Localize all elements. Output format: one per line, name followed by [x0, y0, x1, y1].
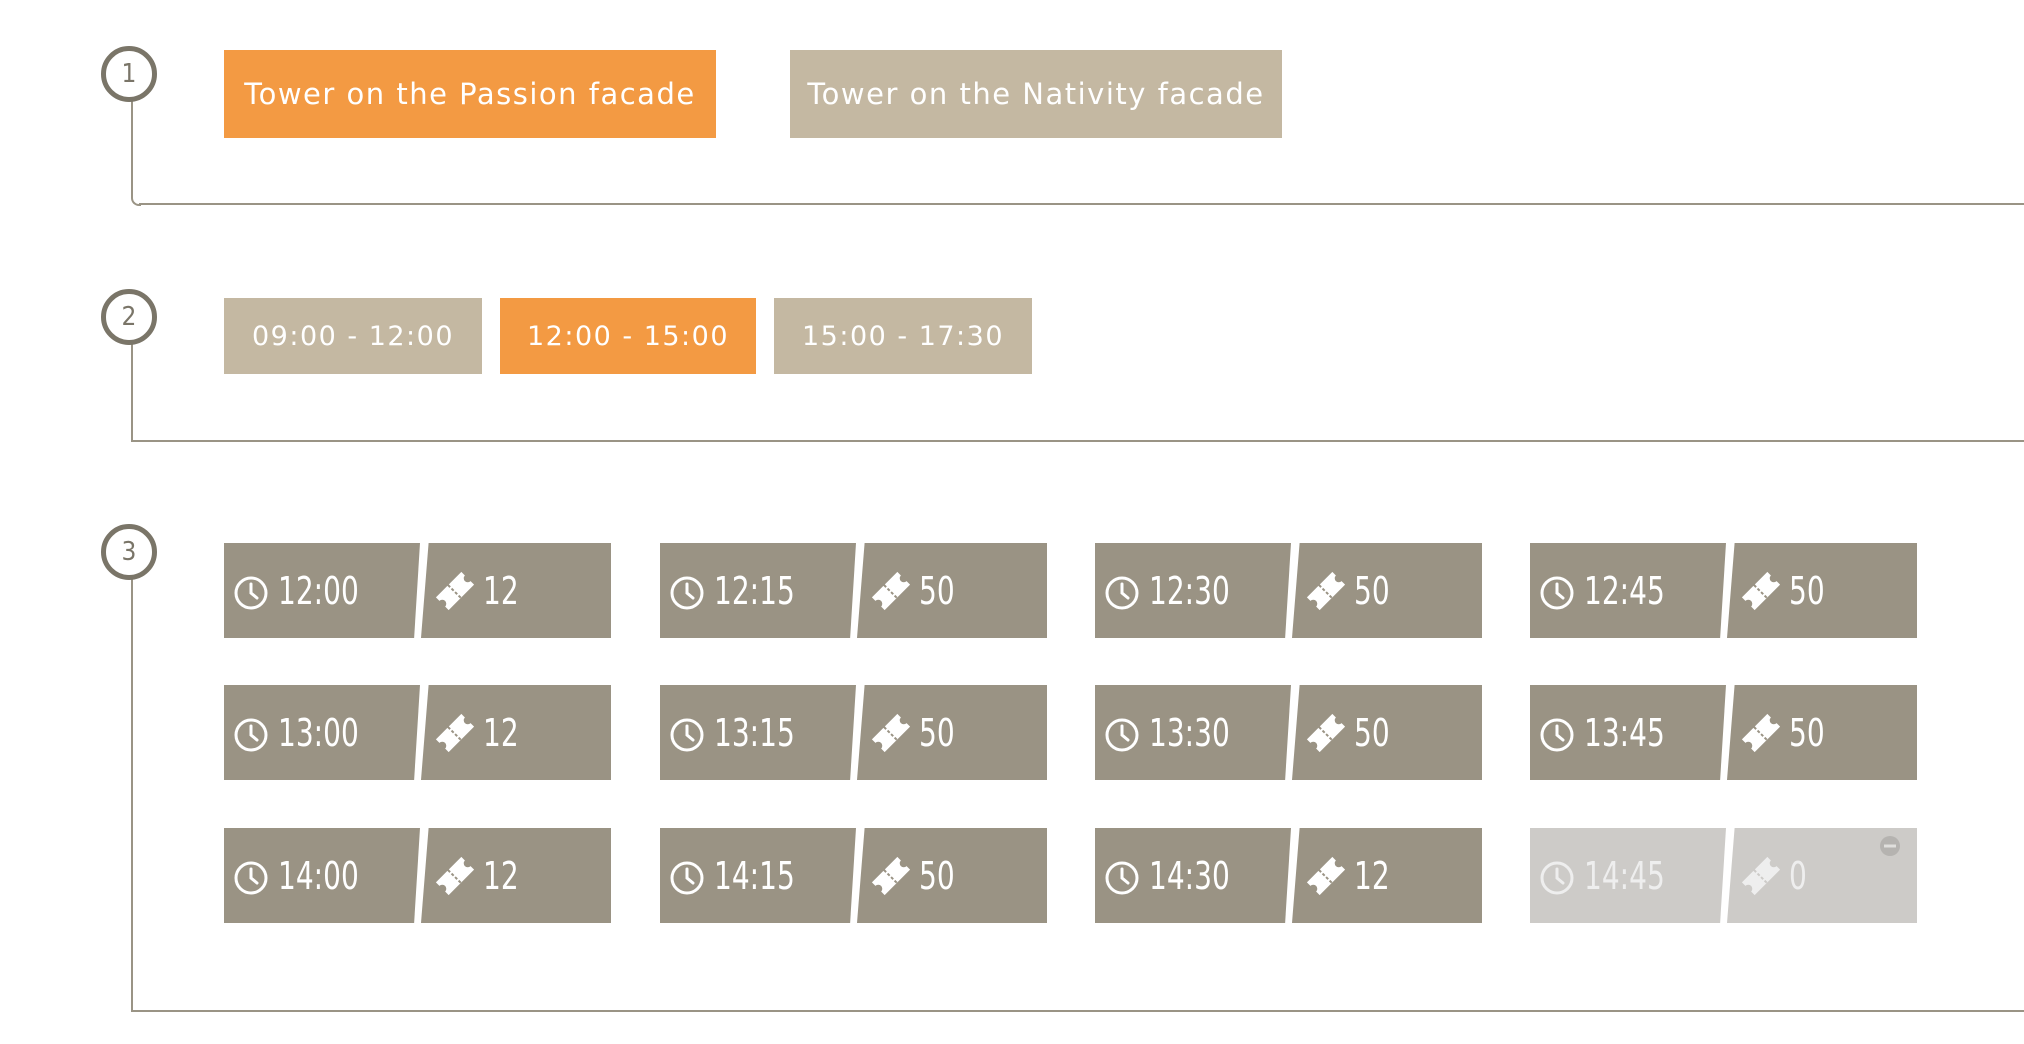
- time-slot[interactable]: 12:30 50: [1095, 543, 1482, 638]
- ticket-icon: [433, 854, 477, 898]
- ticket-icon: [1304, 569, 1348, 613]
- slot-time: 12:00: [278, 568, 359, 613]
- step-divider: [131, 1010, 2024, 1012]
- slot-time-segment: 14:45: [1530, 828, 1726, 923]
- slot-time-segment: 12:45: [1530, 543, 1726, 638]
- time-slot[interactable]: 14:30 12: [1095, 828, 1482, 923]
- slot-tickets-segment: 50: [1727, 685, 1917, 780]
- slot-time-segment: 14:15: [660, 828, 856, 923]
- tower-passion-button[interactable]: Tower on the Passion facade: [224, 50, 716, 138]
- slot-ticket-count: 12: [483, 853, 519, 898]
- step-number: 3: [101, 524, 157, 580]
- slot-tickets-segment: 50: [857, 828, 1047, 923]
- slot-time-segment: 12:00: [224, 543, 420, 638]
- slot-tickets-segment: 50: [857, 543, 1047, 638]
- time-slot[interactable]: 14:15 50: [660, 828, 1047, 923]
- slot-time-segment: 13:30: [1095, 685, 1291, 780]
- ticket-icon: [1739, 854, 1783, 898]
- slot-tickets-segment: 50: [1727, 543, 1917, 638]
- ticket-icon: [433, 711, 477, 755]
- step-connector-line: [131, 553, 133, 1012]
- slot-time: 13:45: [1584, 710, 1665, 755]
- slot-tickets-segment: 12: [421, 685, 611, 780]
- slot-ticket-count: 50: [1354, 568, 1390, 613]
- slot-time: 12:15: [714, 568, 795, 613]
- slot-time-segment: 14:30: [1095, 828, 1291, 923]
- clock-icon: [1539, 717, 1575, 753]
- slot-time-segment: 12:15: [660, 543, 856, 638]
- range-1500-1730-button[interactable]: 15:00 - 17:30: [774, 298, 1032, 374]
- slot-ticket-count: 50: [919, 710, 955, 755]
- ticket-icon: [1304, 854, 1348, 898]
- slot-time-segment: 12:30: [1095, 543, 1291, 638]
- ticket-icon: [869, 569, 913, 613]
- slot-time: 14:00: [278, 853, 359, 898]
- step-divider: [131, 440, 2024, 442]
- range-1200-1500-button[interactable]: 12:00 - 15:00: [500, 298, 756, 374]
- range-0900-1200-button[interactable]: 09:00 - 12:00: [224, 298, 482, 374]
- slot-ticket-count: 0: [1789, 853, 1807, 898]
- slot-ticket-count: 50: [1789, 568, 1825, 613]
- slot-ticket-count: 50: [919, 853, 955, 898]
- slot-time-segment: 14:00: [224, 828, 420, 923]
- clock-icon: [1104, 860, 1140, 896]
- ticket-icon: [433, 569, 477, 613]
- time-slot[interactable]: 13:45 50: [1530, 685, 1917, 780]
- clock-icon: [669, 860, 705, 896]
- time-slot[interactable]: 14:00 12: [224, 828, 611, 923]
- slot-tickets-segment: 50: [1292, 685, 1482, 780]
- slot-time-segment: 13:45: [1530, 685, 1726, 780]
- time-slot[interactable]: 13:15 50: [660, 685, 1047, 780]
- slot-ticket-count: 50: [1789, 710, 1825, 755]
- ticket-icon: [869, 854, 913, 898]
- clock-icon: [669, 575, 705, 611]
- ticket-icon: [1304, 711, 1348, 755]
- ticket-icon: [1739, 711, 1783, 755]
- slot-tickets-segment: 50: [857, 685, 1047, 780]
- slot-tickets-segment: 12: [1292, 828, 1482, 923]
- clock-icon: [1104, 575, 1140, 611]
- slot-time: 13:00: [278, 710, 359, 755]
- slot-time-segment: 13:00: [224, 685, 420, 780]
- clock-icon: [669, 717, 705, 753]
- slot-time: 12:30: [1149, 568, 1230, 613]
- slot-ticket-count: 12: [483, 568, 519, 613]
- slot-ticket-count: 12: [483, 710, 519, 755]
- slot-tickets-segment: 50: [1292, 543, 1482, 638]
- tower-nativity-button[interactable]: Tower on the Nativity facade: [790, 50, 1282, 138]
- slot-ticket-count: 50: [919, 568, 955, 613]
- time-slot[interactable]: 12:45 50: [1530, 543, 1917, 638]
- ticket-icon: [869, 711, 913, 755]
- slot-ticket-count: 50: [1354, 710, 1390, 755]
- slot-time: 14:15: [714, 853, 795, 898]
- time-slot[interactable]: 13:30 50: [1095, 685, 1482, 780]
- clock-icon: [1104, 717, 1140, 753]
- slot-tickets-segment: 12: [421, 828, 611, 923]
- slot-time: 14:45: [1584, 853, 1665, 898]
- clock-icon: [1539, 860, 1575, 896]
- clock-icon: [233, 575, 269, 611]
- slot-time: 13:30: [1149, 710, 1230, 755]
- minus-circle-icon: [1879, 835, 1901, 857]
- clock-icon: [1539, 575, 1575, 611]
- clock-icon: [233, 860, 269, 896]
- slot-time-segment: 13:15: [660, 685, 856, 780]
- time-slot[interactable]: 12:00 12: [224, 543, 611, 638]
- ticket-icon: [1739, 569, 1783, 613]
- time-slot: 14:45 0: [1530, 828, 1917, 923]
- slot-time: 12:45: [1584, 568, 1665, 613]
- step-divider: [139, 203, 2024, 205]
- time-slot[interactable]: 13:00 12: [224, 685, 611, 780]
- slot-time: 14:30: [1149, 853, 1230, 898]
- time-slot[interactable]: 12:15 50: [660, 543, 1047, 638]
- slot-ticket-count: 12: [1354, 853, 1390, 898]
- clock-icon: [233, 717, 269, 753]
- slot-tickets-segment: 12: [421, 543, 611, 638]
- step-number: 1: [101, 46, 157, 102]
- slot-time: 13:15: [714, 710, 795, 755]
- step-number: 2: [101, 289, 157, 345]
